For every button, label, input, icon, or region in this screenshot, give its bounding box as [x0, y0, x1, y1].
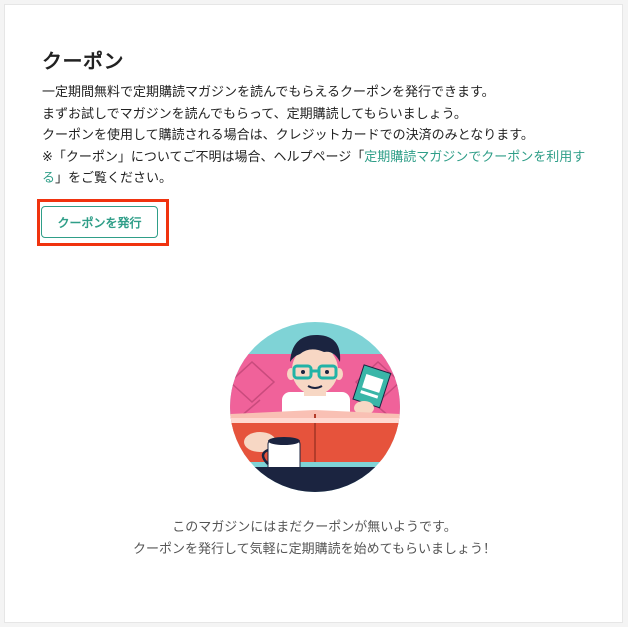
empty-state-line: このマガジンにはまだクーポンが無いようです。 [172, 520, 457, 535]
empty-state-line: クーポンを発行して気軽に定期購読を始めてもらいましょう！ [133, 541, 496, 557]
help-note-suffix: 」をご覧ください。 [55, 171, 173, 186]
help-note: ※「クーポン」についてご不明は場合、ヘルプページ「定期購読マガジンでクーポンを利… [42, 147, 587, 190]
description-line: 一定期間無料で定期購読マガジンを読んでもらえるクーポンを発行できます。 [42, 85, 495, 100]
description-line: クーポンを使用して購読される場合は、クレジットカードでの決済のみとなります。 [42, 128, 534, 143]
coupon-description: 一定期間無料で定期購読マガジンを読んでもらえるクーポンを発行できます。 まずお試… [42, 82, 587, 190]
empty-state-message: このマガジンにはまだクーポンが無いようです。 クーポンを発行して気軽に定期購読を… [5, 517, 624, 560]
help-note-prefix: ※「クーポン」についてご不明は場合、ヘルプページ「 [42, 149, 365, 165]
description-line: まずお試しでマガジンを読んでもらって、定期購読してもらいましょう。 [42, 106, 467, 122]
issue-coupon-button[interactable]: クーポンを発行 [41, 206, 158, 238]
page-title: クーポン [42, 49, 124, 73]
coupon-panel: クーポン 一定期間無料で定期購読マガジンを読んでもらえるクーポンを発行できます。… [4, 4, 623, 623]
reading-person-illustration [230, 322, 400, 492]
